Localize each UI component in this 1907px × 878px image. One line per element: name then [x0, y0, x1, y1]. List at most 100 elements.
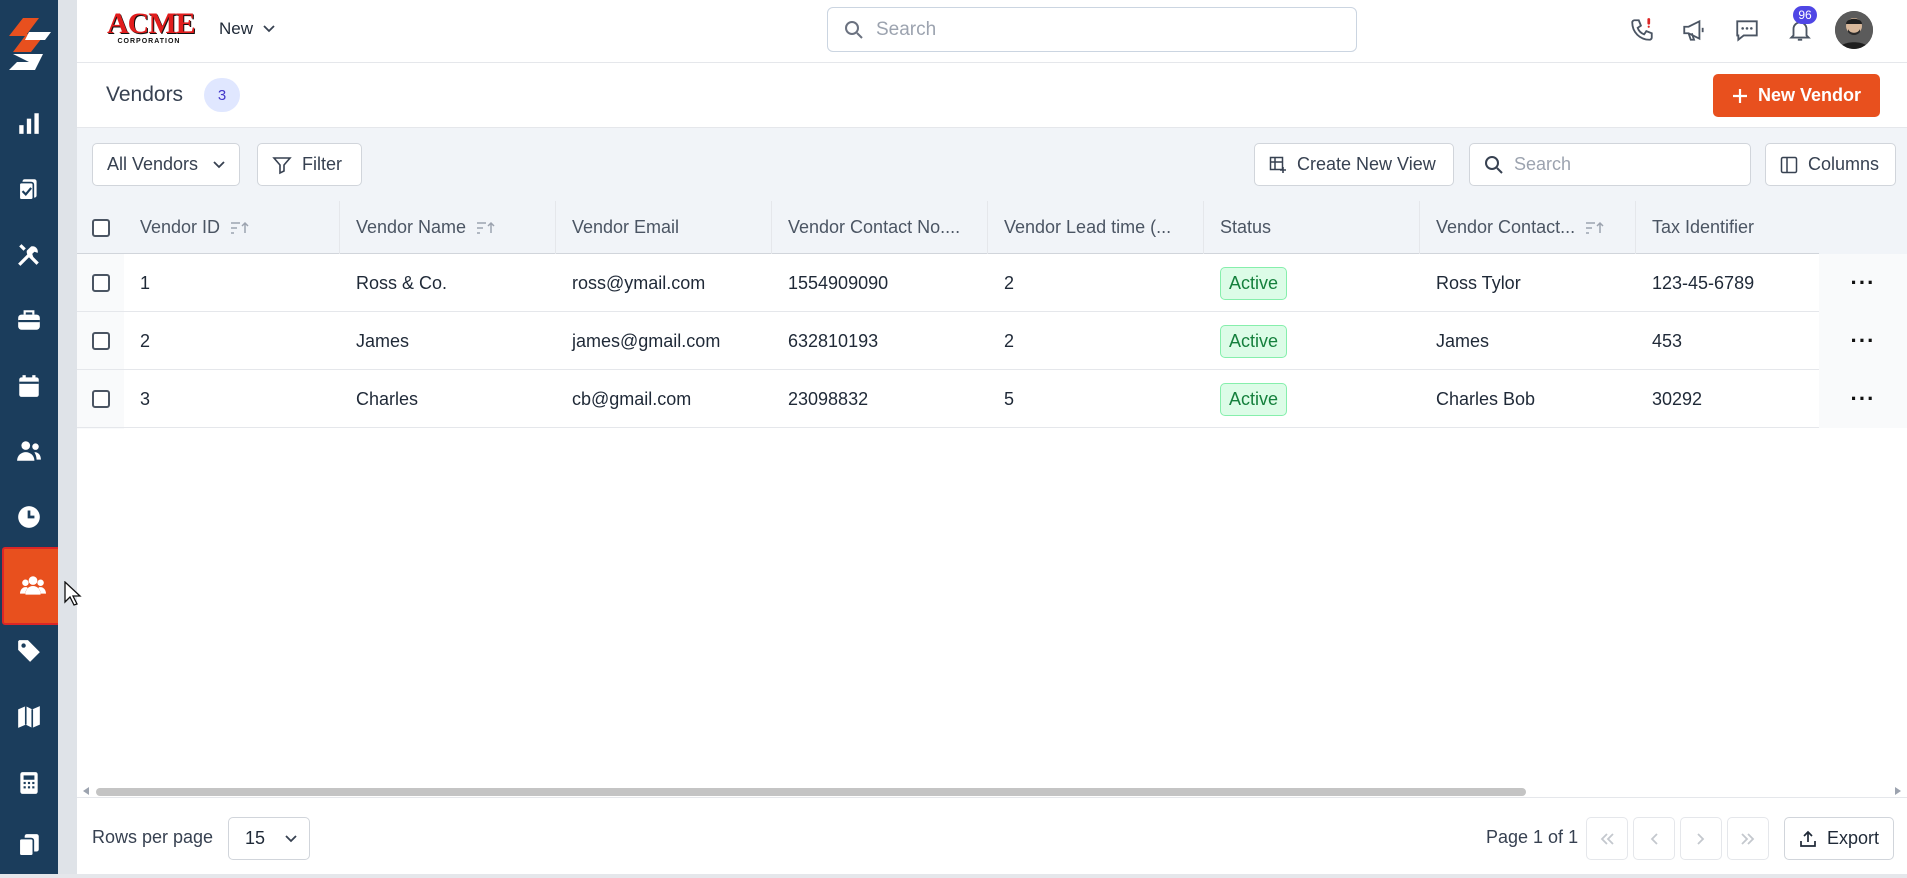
- select-all-checkbox[interactable]: [92, 218, 110, 237]
- cell-vendor-contact: Charles Bob: [1436, 388, 1536, 409]
- new-menu-label: New: [219, 19, 254, 38]
- table-search-input[interactable]: [1514, 154, 1734, 175]
- bar-chart-icon: [19, 113, 39, 134]
- more-icon: ···: [1850, 328, 1876, 353]
- column-header-vendor-contact[interactable]: Vendor Contact...: [1420, 201, 1636, 254]
- search-icon: [1485, 155, 1503, 174]
- status-badge: Active: [1220, 324, 1288, 358]
- cell-vendor-name[interactable]: Charles: [340, 370, 418, 428]
- columns-label: Columns: [1808, 154, 1880, 174]
- sidebar-item-estimates[interactable]: [0, 750, 58, 816]
- sidebar-item-timesheets[interactable]: [0, 484, 58, 550]
- column-header-tax-identifier[interactable]: Tax Identifier: [1636, 201, 1819, 254]
- columns-button[interactable]: Columns: [1765, 143, 1896, 186]
- column-header-vendor-lead-time[interactable]: Vendor Lead time (...: [988, 201, 1204, 254]
- row-actions-button[interactable]: ···: [1819, 312, 1907, 370]
- chat-icon: [1736, 20, 1758, 42]
- megaphone-icon: [1683, 19, 1704, 41]
- last-page-button[interactable]: [1727, 817, 1769, 860]
- previous-page-button[interactable]: [1633, 817, 1675, 860]
- cell-vendor-contact-no: 1554909090: [788, 272, 889, 293]
- tag-icon: [18, 640, 40, 662]
- row-select-cell: [77, 312, 110, 370]
- sidebar-item-pricing[interactable]: [0, 618, 58, 684]
- table-footer: Rows per page 15 Page 1 of 1 Export: [77, 797, 1907, 874]
- cell-vendor-name[interactable]: James: [340, 312, 409, 370]
- cell-status: Active: [1204, 254, 1288, 312]
- rows-per-page-select[interactable]: 15: [228, 817, 310, 860]
- table-add-icon: [1269, 156, 1286, 173]
- column-header-vendor-email[interactable]: Vendor Email: [556, 201, 772, 254]
- export-button[interactable]: Export: [1784, 817, 1894, 860]
- cell-tax-identifier: 123-45-6789: [1652, 272, 1755, 293]
- row-actions-button[interactable]: ···: [1819, 254, 1907, 312]
- plus-icon: [1732, 88, 1747, 103]
- scroll-right-icon[interactable]: [1893, 786, 1903, 796]
- row-actions-button[interactable]: ···: [1819, 370, 1907, 428]
- status-badge: Active: [1220, 382, 1288, 416]
- sidebar-item-calendar[interactable]: [0, 353, 58, 419]
- sidebar-item-customers[interactable]: [0, 418, 58, 484]
- table-row[interactable]: 3 Charles cb@gmail.com 23098832 5 Active…: [77, 370, 1907, 428]
- briefcase-icon: [18, 310, 40, 330]
- row-checkbox[interactable]: [92, 332, 110, 350]
- table-row[interactable]: 1 Ross & Co. ross@ymail.com 1554909090 2…: [77, 254, 1907, 312]
- rows-per-page-label: Rows per page: [92, 827, 214, 847]
- cell-vendor-contact: Ross Tylor: [1436, 272, 1521, 293]
- column-header-status[interactable]: Status: [1204, 201, 1420, 254]
- chevron-down-icon: [213, 160, 225, 168]
- global-search[interactable]: [827, 7, 1357, 52]
- calculator-icon: [20, 772, 38, 794]
- sidebar-item-jobs[interactable]: [0, 287, 58, 353]
- sidebar-item-dashboard[interactable]: [0, 90, 58, 156]
- filter-button[interactable]: Filter: [257, 143, 362, 186]
- map-icon: [18, 706, 40, 728]
- column-header-vendor-contact-no[interactable]: Vendor Contact No....: [772, 201, 988, 254]
- new-vendor-button[interactable]: New Vendor: [1713, 74, 1880, 117]
- next-page-button[interactable]: [1680, 817, 1722, 860]
- column-header-vendor-id[interactable]: Vendor ID: [124, 201, 340, 254]
- new-vendor-label: New Vendor: [1757, 85, 1862, 105]
- avatar[interactable]: [1835, 11, 1873, 49]
- sidebar-item-vendors[interactable]: [2, 547, 63, 625]
- rows-per-page-value: 15: [245, 828, 266, 848]
- sidebar-item-maintenance[interactable]: [0, 222, 58, 288]
- sort-icon: [477, 221, 495, 234]
- upload-icon: [1800, 830, 1816, 847]
- row-checkbox[interactable]: [92, 390, 110, 408]
- announcements-button[interactable]: [1677, 13, 1711, 47]
- app-logo-icon[interactable]: [9, 18, 51, 70]
- create-new-view-button[interactable]: Create New View: [1254, 143, 1454, 186]
- cell-vendor-lead-time: 5: [1004, 388, 1015, 409]
- sidebar-item-documents[interactable]: [0, 815, 58, 874]
- scrollbar-thumb[interactable]: [96, 788, 1526, 796]
- column-header-vendor-name[interactable]: Vendor Name: [340, 201, 556, 254]
- horizontal-scrollbar[interactable]: [77, 785, 1907, 797]
- first-page-button[interactable]: [1586, 817, 1628, 860]
- cell-vendor-contact-no: 23098832: [788, 388, 869, 409]
- mouse-cursor-icon: [64, 581, 82, 606]
- phone-button[interactable]: [1625, 13, 1659, 47]
- sidebar-item-map[interactable]: [0, 684, 58, 750]
- messages-button[interactable]: [1730, 13, 1764, 47]
- more-icon: ···: [1850, 386, 1876, 411]
- new-menu-dropdown[interactable]: New: [219, 19, 275, 39]
- row-select-cell: [77, 254, 110, 312]
- cell-vendor-name[interactable]: Ross & Co.: [340, 254, 447, 312]
- table-toolbar: All Vendors Filter Create New View Colum…: [77, 128, 1907, 201]
- table-search[interactable]: [1469, 143, 1751, 186]
- scroll-left-icon[interactable]: [81, 786, 91, 796]
- table-row[interactable]: 2 James james@gmail.com 632810193 2 Acti…: [77, 312, 1907, 370]
- more-icon: ···: [1850, 270, 1876, 295]
- cell-status: Active: [1204, 312, 1288, 370]
- global-search-input[interactable]: [876, 18, 1316, 41]
- company-logo: ACME CORPORATION: [107, 7, 196, 46]
- view-select[interactable]: All Vendors: [92, 143, 240, 186]
- cell-vendor-lead-time: 2: [1004, 272, 1015, 293]
- sort-icon: [231, 221, 249, 234]
- sidebar-item-tasks[interactable]: [0, 156, 58, 222]
- view-select-value: All Vendors: [107, 154, 199, 174]
- chevron-right-icon: [1697, 832, 1705, 845]
- row-checkbox[interactable]: [92, 274, 110, 292]
- vendor-count-badge: 3: [204, 78, 240, 112]
